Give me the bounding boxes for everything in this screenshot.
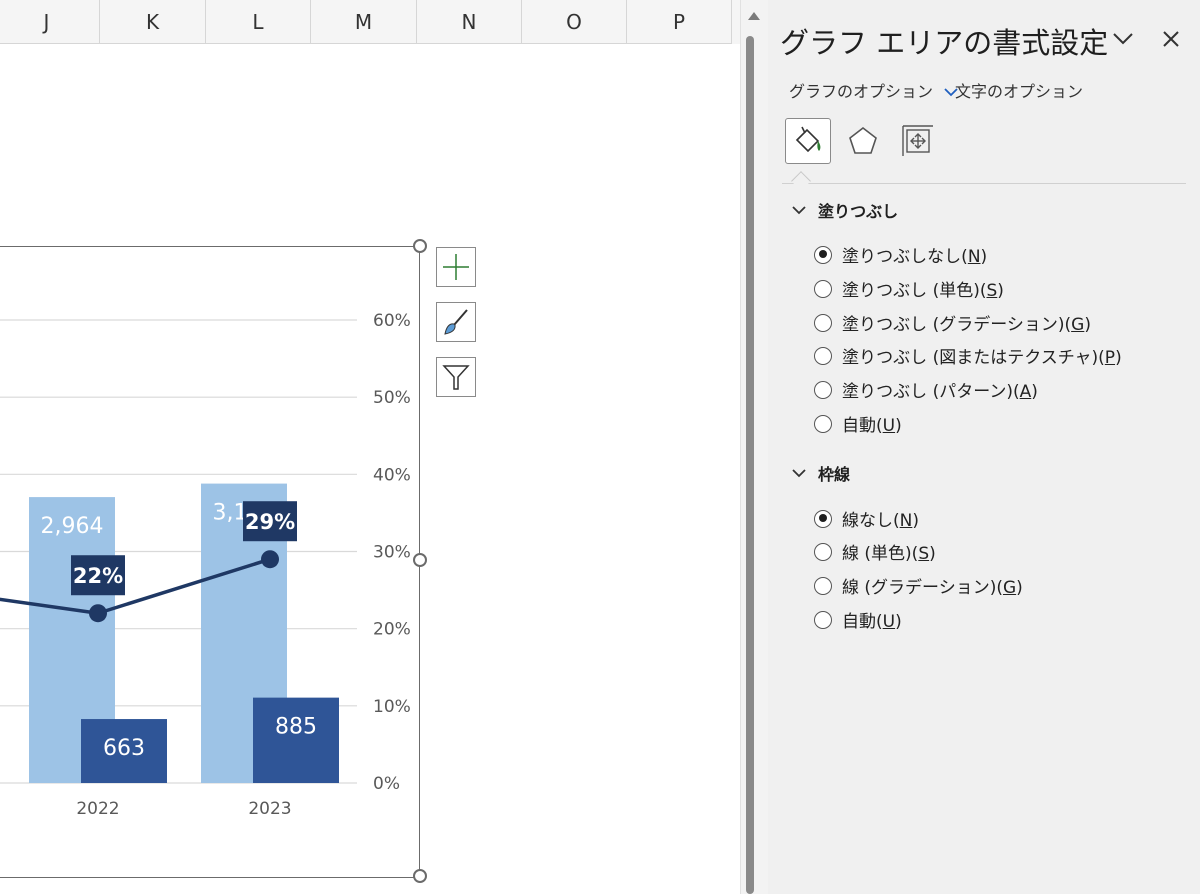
section-fill-title: 塗りつぶし [818, 202, 899, 221]
option-gradient-line[interactable]: 線 (グラデーション)(G) [814, 573, 1023, 598]
option-gradient-fill[interactable]: 塗りつぶし (グラデーション)(G) [814, 310, 1091, 335]
spreadsheet-grid[interactable]: J K L M N O P 60% 50% 40% 30% 20% 10% 0% 2,964 6… [0, 0, 740, 894]
radio-unselected[interactable] [814, 542, 832, 561]
section-fill-header[interactable]: 塗りつぶし [792, 198, 898, 222]
radio-unselected[interactable] [814, 610, 832, 629]
radio-unselected[interactable] [814, 346, 832, 365]
option-label: 自動(U) [842, 612, 902, 632]
option-label: 塗りつぶし (パターン)(A) [842, 382, 1038, 402]
option-label: 塗りつぶし (単色)(S) [842, 281, 1004, 301]
bar-total-label: 2,964 [41, 514, 104, 539]
option-label: 線 (単色)(S) [842, 544, 936, 564]
secondary-axis-tick-label: 10% [373, 697, 411, 717]
tab-divider [782, 183, 1186, 184]
option-label: 塗りつぶし (図またはテクスチャ)(P) [842, 348, 1122, 368]
resize-handle-bottom-right[interactable] [413, 869, 427, 883]
bar-subset [253, 697, 339, 783]
secondary-axis-tick-label: 20% [373, 620, 411, 640]
radio-unselected[interactable] [814, 380, 832, 399]
secondary-axis-tick-label: 50% [373, 388, 411, 408]
column-header-row: J K L M N O P [0, 0, 740, 44]
chart-filters-button[interactable] [436, 357, 476, 397]
pentagon-icon [849, 126, 877, 154]
tab-fill-and-line[interactable] [785, 118, 831, 164]
format-chart-area-pane: グラフ エリアの書式設定 グラフのオプション 文字のオプション 塗りつぶし 塗り… [768, 0, 1200, 894]
secondary-axis-tick-label: 40% [373, 465, 411, 485]
bar-subset-label: 663 [103, 736, 145, 761]
radio-selected[interactable] [814, 509, 832, 528]
ratio-point [89, 604, 107, 623]
pane-options-button[interactable] [1108, 24, 1138, 54]
radio-unselected[interactable] [814, 414, 832, 433]
paintbrush-icon [444, 309, 468, 335]
vertical-scrollbar[interactable] [740, 0, 768, 894]
section-border-header[interactable]: 枠線 [792, 461, 850, 485]
secondary-axis-tick-label: 60% [373, 311, 411, 331]
chart-elements-button[interactable] [436, 247, 476, 287]
category-axis-label: 2022 [76, 799, 119, 819]
option-no-line[interactable]: 線なし(N) [814, 506, 919, 531]
scrollbar-thumb[interactable] [746, 36, 754, 894]
section-border-title: 枠線 [818, 465, 851, 484]
tab-indicator [791, 171, 811, 191]
option-no-fill[interactable]: 塗りつぶしなし(N) [814, 242, 987, 267]
column-header-o[interactable]: O [522, 0, 627, 44]
tab-size-and-properties[interactable] [895, 118, 941, 164]
combo-chart[interactable]: 60%50%40%30%20%10%0%2,96466320223,104885… [0, 247, 421, 879]
option-solid-line[interactable]: 線 (単色)(S) [814, 539, 936, 564]
secondary-axis-tick-label: 30% [373, 543, 411, 563]
column-header-l[interactable]: L [206, 0, 311, 44]
radio-selected[interactable] [814, 245, 832, 264]
option-automatic-line[interactable]: 自動(U) [814, 607, 902, 632]
tab-text-options[interactable]: 文字のオプション [955, 78, 1083, 102]
option-picture-fill[interactable]: 塗りつぶし (図またはテクスチャ)(P) [814, 343, 1122, 368]
pane-title: グラフ エリアの書式設定 [780, 26, 1109, 60]
option-solid-fill[interactable]: 塗りつぶし (単色)(S) [814, 276, 1004, 301]
filter-icon [442, 365, 470, 390]
option-label: 塗りつぶし (グラデーション)(G) [842, 315, 1091, 335]
chart-area[interactable]: 60%50%40%30%20%10%0%2,96466320223,104885… [0, 246, 420, 878]
option-label: 線 (グラデーション)(G) [842, 578, 1023, 598]
close-icon [1163, 31, 1179, 47]
resize-handle-top-right[interactable] [413, 239, 427, 253]
size-properties-icon [902, 125, 933, 156]
option-label: 線なし(N) [842, 511, 919, 531]
tab-chart-options-label: グラフのオプション [789, 82, 934, 101]
radio-unselected[interactable] [814, 313, 832, 332]
radio-unselected[interactable] [814, 279, 832, 298]
column-header-filler [732, 0, 740, 44]
ratio-label: 29% [245, 510, 295, 534]
option-label: 塗りつぶしなし(N) [842, 247, 988, 267]
column-header-m[interactable]: M [311, 0, 417, 44]
resize-handle-middle-right[interactable] [413, 553, 427, 567]
chevron-down-icon [792, 469, 806, 478]
column-header-p[interactable]: P [627, 0, 732, 44]
ratio-label: 22% [73, 564, 123, 588]
paint-bucket-icon [795, 126, 821, 153]
option-automatic-fill[interactable]: 自動(U) [814, 411, 902, 436]
tab-effects[interactable] [840, 118, 886, 164]
chart-styles-button[interactable] [436, 302, 476, 342]
plus-icon [443, 254, 469, 280]
scroll-up-arrow-icon[interactable] [748, 12, 760, 20]
column-header-k[interactable]: K [100, 0, 206, 44]
bar-subset-label: 885 [275, 715, 317, 740]
ratio-point [261, 550, 279, 569]
column-header-j[interactable]: J [0, 0, 100, 44]
tab-chart-options[interactable]: グラフのオプション [789, 78, 958, 102]
radio-unselected[interactable] [814, 576, 832, 595]
secondary-axis-tick-label: 0% [373, 774, 400, 794]
column-header-n[interactable]: N [417, 0, 522, 44]
option-label: 自動(U) [842, 416, 902, 436]
chevron-down-icon [792, 206, 806, 215]
option-pattern-fill[interactable]: 塗りつぶし (パターン)(A) [814, 377, 1038, 402]
chevron-down-icon [1113, 33, 1133, 45]
category-axis-label: 2023 [248, 799, 291, 819]
pane-close-button[interactable] [1156, 24, 1186, 54]
